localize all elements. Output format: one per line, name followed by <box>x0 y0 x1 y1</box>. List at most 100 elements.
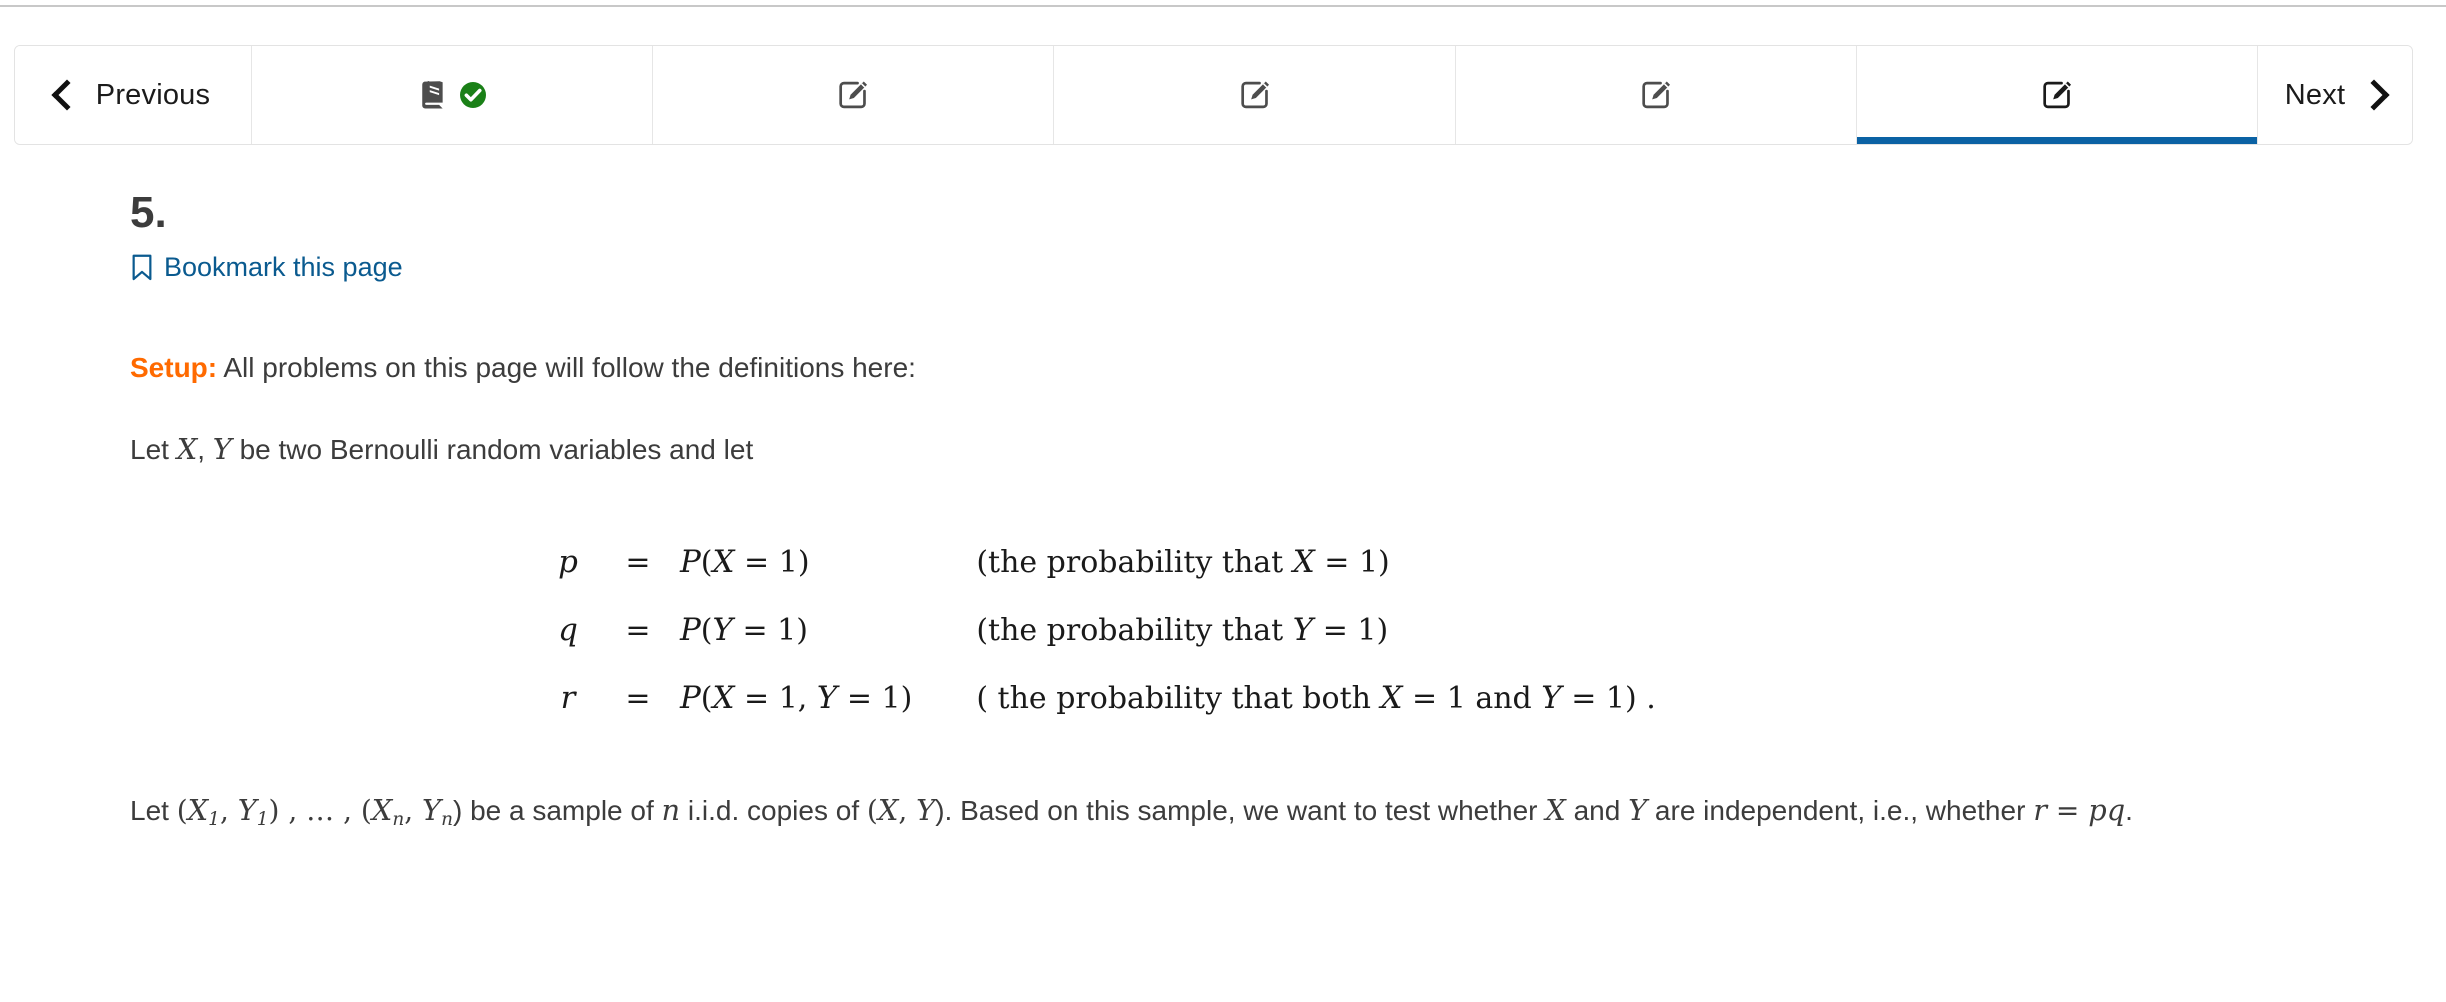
sample-pq: pq <box>2088 793 2126 828</box>
eq3-note-post: = 1) . <box>1561 681 1656 717</box>
sample-x1: X <box>187 793 209 828</box>
sample-t1: Let <box>130 795 177 827</box>
eq3-note-var: X <box>1380 680 1403 717</box>
eq1-equals: = <box>625 544 651 580</box>
let-comma: , <box>197 433 213 465</box>
eq3-equals: = <box>625 680 651 716</box>
sequence-unit-tabs <box>252 46 2258 144</box>
setup-keyword: Setup: <box>130 352 218 383</box>
eq2-rhs-fn: P <box>680 612 701 649</box>
eq1-note-var: X <box>1292 544 1315 581</box>
sample-t5: , <box>404 794 423 828</box>
sample-x1-subscript: 1 <box>208 809 220 831</box>
sample-xn: X <box>371 793 393 828</box>
let-var-x: X <box>176 431 198 466</box>
eq3-rhs-fn: P <box>680 680 701 717</box>
sample-y2: Y <box>1628 793 1648 828</box>
page-title: 5. <box>130 188 167 237</box>
chevron-left-icon <box>51 79 83 111</box>
eq1-rhs-fn: P <box>680 544 701 581</box>
next-button-label: Next <box>2284 78 2346 111</box>
sequence-tab-1-reading[interactable] <box>252 46 654 144</box>
definitions-intro-paragraph: Let X, Y be two Bernoulli random variabl… <box>0 429 2446 471</box>
bookmark-icon <box>132 254 152 281</box>
equation-row-q: q = P(Y = 1) (the probability that Y = 1… <box>540 596 1656 664</box>
top-divider <box>0 5 2446 7</box>
pencil-square-icon <box>839 81 868 109</box>
sample-paragraph: Let (X1, Y1) , … , (Xn, Yn) be a sample … <box>0 790 2400 834</box>
sample-t4: ) , … , ( <box>268 794 372 828</box>
eq1-note-pre: (the probability that <box>976 545 1293 581</box>
eq1-rhs-var: X <box>712 544 735 581</box>
equation-row-r: r = P(X = 1, Y = 1) ( the probability th… <box>540 664 1656 732</box>
sequence-tab-4-problem[interactable] <box>1455 46 1857 144</box>
eq3-rhs-eq2: = 1 <box>837 681 901 717</box>
sample-y1-subscript: 1 <box>256 809 269 831</box>
sample-x: X <box>877 793 899 828</box>
sequence-tab-5-problem-active[interactable] <box>1856 46 2258 144</box>
eq3-rhs-open: ( <box>700 681 713 717</box>
definitions-equation-block: p = P(X = 1) (the probability that X = 1… <box>0 528 2446 732</box>
check-circle-icon <box>459 82 486 108</box>
previous-button[interactable]: Previous <box>15 46 252 144</box>
equation-table: p = P(X = 1) (the probability that X = 1… <box>540 528 1656 732</box>
sample-t14: . <box>2125 795 2133 827</box>
sample-r: r <box>2033 793 2047 828</box>
eq3-lhs: r <box>560 680 576 717</box>
eq3-note-pre: ( the probability that both <box>976 681 1381 717</box>
sample-t6: ) be a sample of <box>452 795 662 827</box>
sample-yn-subscript: n <box>441 809 453 831</box>
sample-t12: are independent, i.e., whether <box>1647 795 2034 827</box>
eq3-rhs-close: ) <box>900 681 913 717</box>
chevron-right-icon <box>2358 79 2390 111</box>
sample-y: Y <box>916 793 936 828</box>
eq1-lhs: p <box>558 544 578 581</box>
eq2-note-post: = 1) <box>1313 613 1389 649</box>
bookmark-this-page-button[interactable]: Bookmark this page <box>130 252 403 283</box>
eq2-rhs-var: Y <box>712 612 733 649</box>
eq1-rhs-open: ( <box>700 545 713 581</box>
sample-t13: = <box>2046 794 2089 828</box>
previous-button-label: Previous <box>95 78 211 111</box>
let-pre: Let <box>130 433 177 465</box>
eq3-rhs-var: X <box>712 680 735 717</box>
setup-text: All problems on this page will follow th… <box>217 352 916 383</box>
pencil-square-icon <box>1642 81 1670 109</box>
sequence-nav-bar: Previous Next <box>14 45 2413 145</box>
sample-y1: Y <box>237 793 257 828</box>
setup-paragraph: Setup: All problems on this page will fo… <box>0 348 2446 389</box>
sample-t9: , <box>898 794 917 828</box>
sample-t2: ( <box>176 794 188 828</box>
eq2-rhs-eq: = 1 <box>732 613 797 649</box>
book-icon <box>421 80 443 109</box>
bookmark-label: Bookmark this page <box>164 252 403 282</box>
sequence-tab-2-problem[interactable] <box>653 46 1055 144</box>
let-var-y: Y <box>212 431 232 466</box>
pencil-square-icon <box>1240 81 1269 109</box>
eq3-rhs-eq: = 1, <box>734 681 817 717</box>
sample-t3: , <box>219 794 238 828</box>
sample-t11: and <box>1565 795 1629 827</box>
sample-x2: X <box>1545 793 1566 828</box>
let-post: be two Bernoulli random variables and le… <box>231 433 754 465</box>
eq3-note-mid: = 1 and <box>1402 681 1542 717</box>
sequence-tab-3-problem[interactable] <box>1054 46 1456 144</box>
unit-content: 5. Bookmark this page Setup: All problem… <box>0 160 2446 834</box>
sample-xn-subscript: n <box>392 809 405 831</box>
sequence-navigation: Previous Next <box>14 45 2413 145</box>
sample-n: n <box>661 793 681 828</box>
eq1-rhs-eq: = 1 <box>734 545 798 581</box>
sample-t7: i.i.d. copies of <box>680 795 867 827</box>
eq2-note-var: Y <box>1292 612 1314 649</box>
eq2-lhs: q <box>558 612 578 649</box>
eq2-note-pre: (the probability that <box>976 613 1293 649</box>
equation-row-p: p = P(X = 1) (the probability that X = 1… <box>540 528 1656 596</box>
eq1-rhs-close: ) <box>797 545 810 581</box>
eq2-rhs-open: ( <box>700 613 713 649</box>
sample-t10: ). Based on this sample, we want to test… <box>935 795 1546 827</box>
next-button[interactable]: Next <box>2257 46 2412 144</box>
pencil-square-icon <box>2043 81 2071 109</box>
eq1-note-post: = 1) <box>1314 545 1390 581</box>
eq2-rhs-close: ) <box>796 613 808 649</box>
eq2-equals: = <box>625 612 651 648</box>
